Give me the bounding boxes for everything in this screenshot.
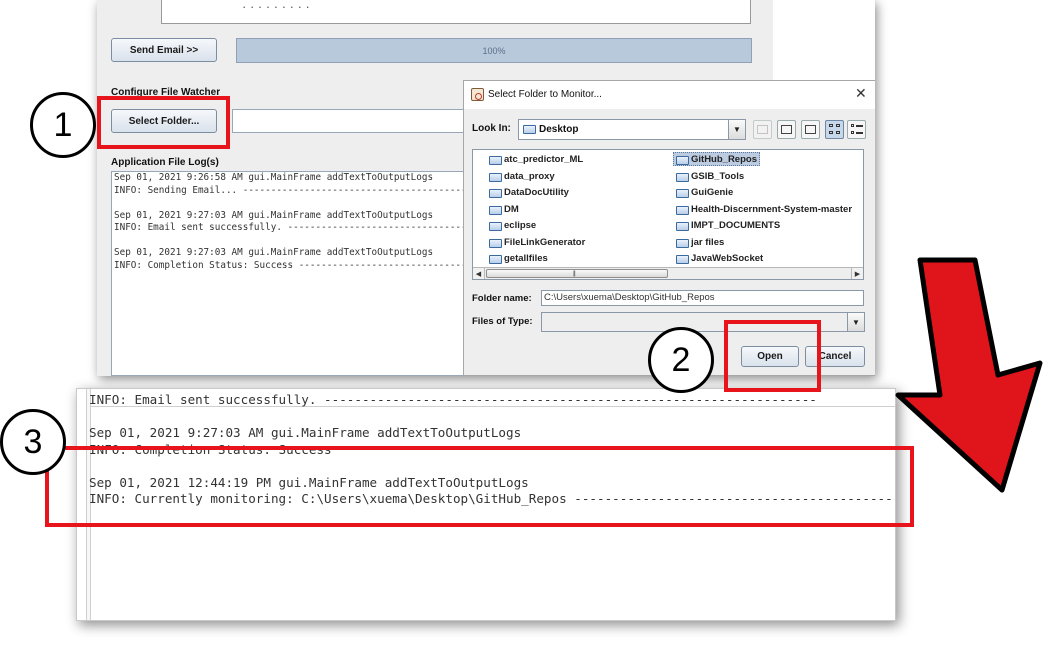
highlight-new-log-entry — [45, 446, 914, 527]
list-item[interactable]: atc_predictor_ML — [487, 153, 583, 167]
log-line: Sep 01, 2021 9:27:03 AM gui.MainFrame ad… — [114, 209, 434, 221]
highlight-select-folder — [97, 96, 230, 149]
folder-icon — [489, 222, 502, 231]
email-input-clipped[interactable]: · · · · · · · · · — [161, 0, 751, 24]
new-folder-icon[interactable] — [801, 120, 820, 139]
folder-icon — [676, 255, 689, 264]
highlight-open-button — [724, 320, 821, 392]
send-email-button[interactable]: Send Email >> — [111, 38, 217, 62]
folder-path-field[interactable] — [232, 109, 472, 133]
log-textarea[interactable]: Sep 01, 2021 9:26:58 AM gui.MainFrame ad… — [111, 171, 471, 376]
progress-bar: 100% — [236, 38, 752, 63]
folder-icon — [523, 125, 536, 134]
look-in-value: Desktop — [539, 124, 579, 135]
list-item[interactable]: data_proxy — [487, 170, 555, 184]
folder-name-label: Folder name: — [472, 293, 532, 304]
step-2-badge: 2 — [648, 327, 714, 393]
list-item[interactable]: IMPT_DOCUMENTS — [674, 219, 780, 233]
scrollbar-thumb[interactable]: ||| — [486, 269, 668, 278]
details-view-icon[interactable] — [847, 120, 866, 139]
log-line: INFO: Email sent successfully. ---------… — [114, 222, 471, 233]
horizontal-scrollbar[interactable]: ◀ ||| ▶ — [473, 267, 863, 279]
up-folder-icon[interactable] — [753, 120, 772, 139]
list-item[interactable]: DataDocUtility — [487, 186, 569, 200]
files-of-type-label: Files of Type: — [472, 316, 533, 327]
folder-icon — [489, 189, 502, 198]
list-view-icon[interactable] — [825, 120, 844, 139]
folder-icon — [489, 172, 502, 182]
file-list[interactable]: atc_predictor_ML data_proxy DataDocUtili… — [472, 149, 864, 280]
list-item[interactable]: GSIB_Tools — [674, 170, 744, 184]
list-item[interactable]: FileLinkGenerator — [487, 236, 585, 250]
folder-icon — [489, 255, 502, 264]
folder-icon — [676, 156, 689, 165]
close-icon[interactable]: ✕ — [855, 86, 867, 100]
dialog-title: Select Folder to Monitor... — [488, 89, 602, 100]
list-item[interactable]: Health-Discernment-System-master — [674, 203, 852, 217]
list-item[interactable]: getallfiles — [487, 252, 548, 266]
folder-icon — [489, 156, 502, 165]
log-line: INFO: Sending Email... -----------------… — [114, 184, 471, 196]
email-input-fragment: · · · · · · · · · — [242, 0, 310, 14]
log-line: Sep 01, 2021 9:27:03 AM gui.MainFrame ad… — [89, 425, 522, 440]
look-in-label: Look In: — [472, 123, 511, 134]
window-edge — [773, 0, 875, 80]
folder-icon — [676, 205, 689, 215]
step-3-badge: 3 — [0, 409, 66, 475]
folder-icon — [676, 189, 689, 198]
folder-icon — [676, 238, 689, 248]
folder-icon — [489, 205, 502, 215]
java-cup-icon — [471, 88, 484, 101]
chevron-down-icon[interactable]: ▼ — [728, 120, 745, 139]
list-item-selected[interactable]: GitHub_Repos — [673, 152, 760, 166]
look-in-combo[interactable]: Desktop ▼ — [518, 119, 746, 140]
log-line: Sep 01, 2021 9:26:58 AM gui.MainFrame ad… — [114, 172, 434, 183]
dialog-titlebar[interactable]: Select Folder to Monitor... ✕ — [464, 81, 875, 109]
chevron-down-icon[interactable]: ▼ — [847, 313, 864, 331]
home-icon[interactable] — [777, 120, 796, 139]
folder-name-field[interactable]: C:\Users\xuema\Desktop\GitHub_Repos — [541, 290, 864, 306]
list-item[interactable]: jar files — [674, 236, 724, 250]
log-line: INFO: Completion Status: Success -------… — [114, 259, 471, 271]
red-down-arrow-icon — [895, 257, 1043, 493]
scroll-right-icon[interactable]: ▶ — [851, 268, 863, 279]
folder-icon — [676, 172, 689, 182]
list-item[interactable]: JavaWebSocket — [674, 252, 763, 266]
log-line: Sep 01, 2021 9:27:03 AM gui.MainFrame ad… — [114, 247, 434, 258]
list-item[interactable]: GuiGenie — [674, 186, 733, 200]
list-item[interactable]: DM — [487, 203, 519, 217]
scroll-left-icon[interactable]: ◀ — [473, 268, 485, 279]
folder-icon — [489, 238, 502, 248]
application-log-label: Application File Log(s) — [111, 157, 219, 168]
step-1-badge: 1 — [30, 92, 96, 158]
log-line: INFO: Email sent successfully. ---------… — [89, 392, 817, 407]
folder-icon — [676, 222, 689, 231]
progress-text: 100% — [482, 45, 506, 56]
list-item[interactable]: eclipse — [487, 219, 536, 233]
